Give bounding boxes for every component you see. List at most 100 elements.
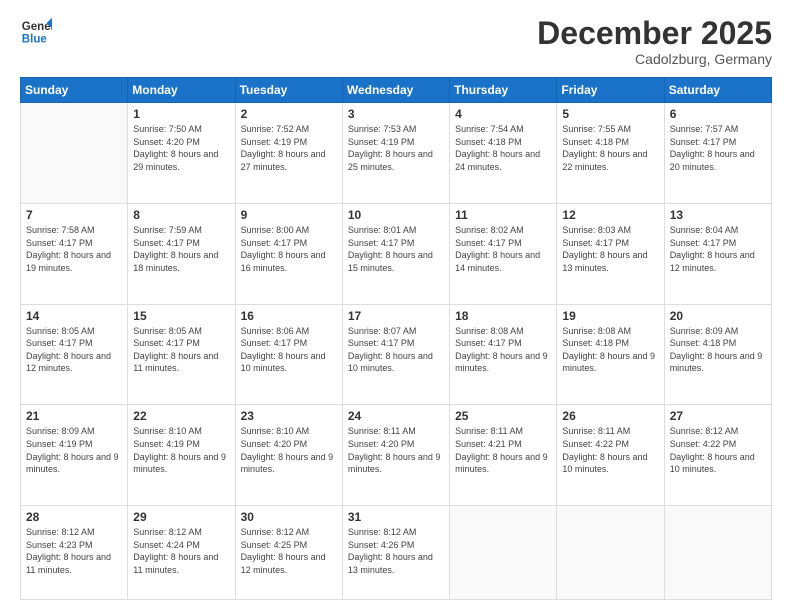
table-cell: 8 Sunrise: 7:59 AMSunset: 4:17 PMDaylight…	[128, 203, 235, 304]
day-number: 29	[133, 510, 229, 524]
calendar-header-row: Sunday Monday Tuesday Wednesday Thursday…	[21, 78, 772, 103]
day-number: 27	[670, 409, 766, 423]
table-cell: 19 Sunrise: 8:08 AMSunset: 4:18 PMDayligh…	[557, 304, 664, 405]
table-cell: 11 Sunrise: 8:02 AMSunset: 4:17 PMDayligh…	[450, 203, 557, 304]
day-info: Sunrise: 7:55 AMSunset: 4:18 PMDaylight:…	[562, 123, 658, 173]
day-number: 26	[562, 409, 658, 423]
day-info: Sunrise: 8:04 AMSunset: 4:17 PMDaylight:…	[670, 224, 766, 274]
day-info: Sunrise: 8:05 AMSunset: 4:17 PMDaylight:…	[26, 325, 122, 375]
day-number: 31	[348, 510, 444, 524]
month-year: December 2025	[537, 16, 772, 51]
day-number: 1	[133, 107, 229, 121]
calendar-table: Sunday Monday Tuesday Wednesday Thursday…	[20, 77, 772, 600]
day-number: 6	[670, 107, 766, 121]
table-cell	[450, 506, 557, 600]
table-cell: 27 Sunrise: 8:12 AMSunset: 4:22 PMDayligh…	[664, 405, 771, 506]
day-number: 19	[562, 309, 658, 323]
table-cell: 15Sunrise: 8:05 AMSunset: 4:17 PMDayligh…	[128, 304, 235, 405]
day-number: 22	[133, 409, 229, 423]
day-info: Sunrise: 8:01 AMSunset: 4:17 PMDaylight:…	[348, 224, 444, 274]
table-cell: 22Sunrise: 8:10 AMSunset: 4:19 PMDayligh…	[128, 405, 235, 506]
day-number: 16	[241, 309, 337, 323]
day-info: Sunrise: 8:12 AMSunset: 4:22 PMDaylight:…	[670, 425, 766, 475]
table-cell: 23 Sunrise: 8:10 AMSunset: 4:20 PMDayligh…	[235, 405, 342, 506]
col-saturday: Saturday	[664, 78, 771, 103]
day-number: 25	[455, 409, 551, 423]
day-info: Sunrise: 7:52 AMSunset: 4:19 PMDaylight:…	[241, 123, 337, 173]
day-info: Sunrise: 8:03 AMSunset: 4:17 PMDaylight:…	[562, 224, 658, 274]
table-cell: 24 Sunrise: 8:11 AMSunset: 4:20 PMDayligh…	[342, 405, 449, 506]
table-cell	[664, 506, 771, 600]
day-number: 21	[26, 409, 122, 423]
day-info: Sunrise: 8:07 AMSunset: 4:17 PMDaylight:…	[348, 325, 444, 375]
title-block: December 2025 Cadolzburg, Germany	[537, 16, 772, 67]
day-number: 30	[241, 510, 337, 524]
table-cell: 1Sunrise: 7:50 AMSunset: 4:20 PMDaylight…	[128, 103, 235, 204]
table-cell: 21 Sunrise: 8:09 AMSunset: 4:19 PMDayligh…	[21, 405, 128, 506]
day-info: Sunrise: 8:11 AMSunset: 4:20 PMDaylight:…	[348, 425, 444, 475]
logo: General Blue	[20, 16, 52, 48]
calendar-page: General Blue December 2025 Cadolzburg, G…	[0, 0, 792, 612]
col-wednesday: Wednesday	[342, 78, 449, 103]
table-cell: 14 Sunrise: 8:05 AMSunset: 4:17 PMDayligh…	[21, 304, 128, 405]
col-sunday: Sunday	[21, 78, 128, 103]
day-number: 3	[348, 107, 444, 121]
day-info: Sunrise: 8:12 AMSunset: 4:24 PMDaylight:…	[133, 526, 229, 576]
table-cell: 29 Sunrise: 8:12 AMSunset: 4:24 PMDayligh…	[128, 506, 235, 600]
day-info: Sunrise: 7:57 AMSunset: 4:17 PMDaylight:…	[670, 123, 766, 173]
day-info: Sunrise: 8:08 AMSunset: 4:17 PMDaylight:…	[455, 325, 551, 375]
table-cell: 3Sunrise: 7:53 AMSunset: 4:19 PMDaylight…	[342, 103, 449, 204]
table-cell: 9Sunrise: 8:00 AMSunset: 4:17 PMDaylight…	[235, 203, 342, 304]
table-cell: 4 Sunrise: 7:54 AMSunset: 4:18 PMDaylight…	[450, 103, 557, 204]
table-cell	[21, 103, 128, 204]
day-number: 12	[562, 208, 658, 222]
table-cell: 18 Sunrise: 8:08 AMSunset: 4:17 PMDayligh…	[450, 304, 557, 405]
day-number: 11	[455, 208, 551, 222]
table-cell: 17 Sunrise: 8:07 AMSunset: 4:17 PMDayligh…	[342, 304, 449, 405]
day-info: Sunrise: 7:58 AMSunset: 4:17 PMDaylight:…	[26, 224, 122, 274]
table-cell: 25 Sunrise: 8:11 AMSunset: 4:21 PMDayligh…	[450, 405, 557, 506]
day-info: Sunrise: 8:08 AMSunset: 4:18 PMDaylight:…	[562, 325, 658, 375]
day-info: Sunrise: 8:12 AMSunset: 4:26 PMDaylight:…	[348, 526, 444, 576]
day-info: Sunrise: 7:54 AMSunset: 4:18 PMDaylight:…	[455, 123, 551, 173]
day-number: 9	[241, 208, 337, 222]
day-number: 7	[26, 208, 122, 222]
day-number: 28	[26, 510, 122, 524]
day-number: 5	[562, 107, 658, 121]
day-number: 24	[348, 409, 444, 423]
table-cell: 12 Sunrise: 8:03 AMSunset: 4:17 PMDayligh…	[557, 203, 664, 304]
day-number: 14	[26, 309, 122, 323]
col-tuesday: Tuesday	[235, 78, 342, 103]
table-cell: 16 Sunrise: 8:06 AMSunset: 4:17 PMDayligh…	[235, 304, 342, 405]
day-info: Sunrise: 8:11 AMSunset: 4:21 PMDaylight:…	[455, 425, 551, 475]
table-cell: 5 Sunrise: 7:55 AMSunset: 4:18 PMDaylight…	[557, 103, 664, 204]
day-number: 20	[670, 309, 766, 323]
day-number: 13	[670, 208, 766, 222]
day-number: 4	[455, 107, 551, 121]
day-info: Sunrise: 8:02 AMSunset: 4:17 PMDaylight:…	[455, 224, 551, 274]
day-number: 8	[133, 208, 229, 222]
day-info: Sunrise: 8:11 AMSunset: 4:22 PMDaylight:…	[562, 425, 658, 475]
day-number: 18	[455, 309, 551, 323]
day-info: Sunrise: 8:06 AMSunset: 4:17 PMDaylight:…	[241, 325, 337, 375]
day-number: 15	[133, 309, 229, 323]
table-cell: 2Sunrise: 7:52 AMSunset: 4:19 PMDaylight…	[235, 103, 342, 204]
table-cell: 31 Sunrise: 8:12 AMSunset: 4:26 PMDayligh…	[342, 506, 449, 600]
day-number: 17	[348, 309, 444, 323]
day-info: Sunrise: 8:09 AMSunset: 4:19 PMDaylight:…	[26, 425, 122, 475]
col-thursday: Thursday	[450, 78, 557, 103]
day-number: 10	[348, 208, 444, 222]
svg-text:Blue: Blue	[22, 34, 48, 46]
day-number: 23	[241, 409, 337, 423]
logo-icon: General Blue	[20, 16, 52, 48]
day-info: Sunrise: 7:59 AMSunset: 4:17 PMDaylight:…	[133, 224, 229, 274]
table-cell: 7 Sunrise: 7:58 AMSunset: 4:17 PMDaylight…	[21, 203, 128, 304]
table-cell: 30Sunrise: 8:12 AMSunset: 4:25 PMDayligh…	[235, 506, 342, 600]
table-cell: 6 Sunrise: 7:57 AMSunset: 4:17 PMDaylight…	[664, 103, 771, 204]
day-info: Sunrise: 8:10 AMSunset: 4:20 PMDaylight:…	[241, 425, 337, 475]
col-monday: Monday	[128, 78, 235, 103]
table-cell: 10 Sunrise: 8:01 AMSunset: 4:17 PMDayligh…	[342, 203, 449, 304]
table-cell: 13 Sunrise: 8:04 AMSunset: 4:17 PMDayligh…	[664, 203, 771, 304]
table-cell	[557, 506, 664, 600]
col-friday: Friday	[557, 78, 664, 103]
